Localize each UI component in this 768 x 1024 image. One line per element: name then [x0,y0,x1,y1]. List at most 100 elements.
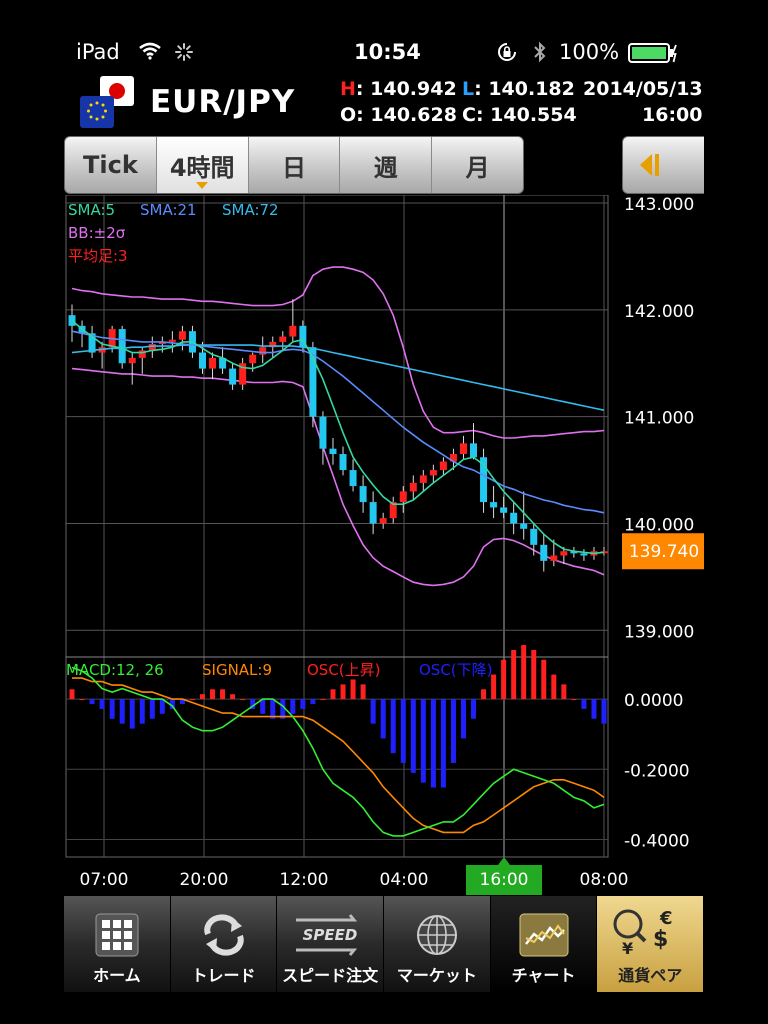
tab-week[interactable]: 週 [340,137,433,193]
tab-label: 月 [465,153,490,182]
selected-caret-icon [196,182,209,189]
eur-jpy-flag-icon [80,76,134,128]
osc-bar [320,699,326,701]
macd-tick-label: 0.0000 [624,691,683,711]
tab-label: 週 [373,153,398,182]
osc-bar [400,699,406,763]
candle-body [550,555,558,561]
tab-day[interactable]: 日 [249,137,341,193]
osc-bar [601,699,607,724]
speed-order-icon: SPEED [296,914,358,956]
candle-body [359,486,367,503]
candle-body [168,339,176,342]
dollar-glyph: $ [653,927,668,952]
low-label: L [462,78,475,100]
candle-body [470,443,478,458]
close-value: C: 140.554 [462,104,577,126]
time-tick-label: 07:00 [80,870,129,890]
osc-bar [330,689,336,700]
tabbar-speed-order[interactable]: SPEED スピード注文 [277,896,385,992]
tabbar-trade[interactable]: トレード [170,896,278,992]
osc-bar [119,699,125,724]
carrier-label: iPad [76,40,120,64]
legend-macd: OSC(上昇) [307,661,381,679]
osc-bar [481,689,487,700]
candle-body [279,336,287,342]
bottom-tab-bar: ホーム トレード SPEED スピード注文 マーケット チャート € $ ¥ 通… [64,896,704,992]
high-value: H: 140.942 [340,78,457,100]
osc-bar [230,694,236,700]
osc-bar [531,649,537,700]
legend-bb: BB:±2σ [68,224,126,242]
time-tick-label: 04:00 [380,870,429,890]
legend-sma: SMA:21 [140,201,197,219]
candle-body [429,470,437,476]
candle-body [249,354,257,364]
tabbar-market[interactable]: マーケット [384,896,491,992]
osc-bar [370,699,376,724]
close-label: C [462,104,476,126]
candle-body [419,475,427,483]
battery-percent: 100% [559,40,620,64]
tabbar-label: マーケット [396,966,477,985]
current-price-label: 139.740 [629,542,699,562]
osc-bar [89,699,95,705]
tabbar-currency-pair[interactable]: € $ ¥ 通貨ペア [597,896,704,992]
osc-bar [581,699,587,709]
tabbar-home[interactable]: ホーム [64,896,171,992]
quote-time: 16:00 [642,104,703,126]
time-tick-label: 08:00 [580,870,629,890]
bollinger-bands [71,266,605,587]
candle-body [409,482,417,492]
osc-bar [189,699,195,701]
osc-bar [129,699,135,729]
panel-collapse-icon [640,154,659,176]
tab-tick[interactable]: Tick [65,137,157,193]
low-value: L: 140.182 [462,78,575,100]
wifi-icon [139,42,161,60]
candle-body [490,502,498,508]
candle-body [128,357,136,364]
candle-body [319,416,327,449]
euro-glyph: € [659,908,673,929]
candle-body [439,461,447,471]
osc-bar [340,684,346,700]
legend-macd: SIGNAL:9 [202,661,272,679]
price-chart[interactable]: SMA:5 SMA:21 SMA:72 BB:±2σ 平均足:3 143.000 142.0… [64,195,704,895]
osc-bar [109,699,115,719]
tabbar-label: スピード注文 [282,966,379,985]
osc-bar [471,699,477,719]
tab-month[interactable]: 月 [432,137,523,193]
home-grid-icon [95,913,139,957]
osc-bar [450,699,456,763]
tabbar-label: 通貨ペア [618,966,683,985]
osc-bar [290,699,296,714]
candle-body [229,368,237,385]
side-panel-button[interactable] [622,136,704,194]
tabbar-chart[interactable]: チャート [490,896,598,992]
app-frame: iPad 10:54 100% EUR/JPY H: 140.942 L: 14… [64,0,704,1024]
clock-label: 10:54 [354,40,421,64]
candle-body [540,544,548,561]
osc-bar [220,689,226,700]
candle-body [580,553,588,556]
high-number: 140.942 [370,78,457,100]
osc-bar [310,699,316,705]
legend-sma: SMA:72 [222,201,279,219]
open-label: O [340,104,357,126]
time-highlight-pointer [498,857,510,865]
globe-icon [416,915,457,955]
tabbar-label: トレード [191,966,256,985]
osc-bar [591,699,597,719]
candle-body [339,454,347,471]
candle-body [289,325,297,337]
osc-bar [99,699,105,709]
osc-bar [260,699,266,714]
osc-bar [139,699,145,724]
osc-bar [571,699,577,701]
price-tick-label: 139.000 [624,622,694,642]
candle-body [399,491,407,503]
tabbar-label: ホーム [93,966,141,985]
bluetooth-icon [534,41,546,63]
tab-4hour[interactable]: 4時間 [156,137,249,193]
